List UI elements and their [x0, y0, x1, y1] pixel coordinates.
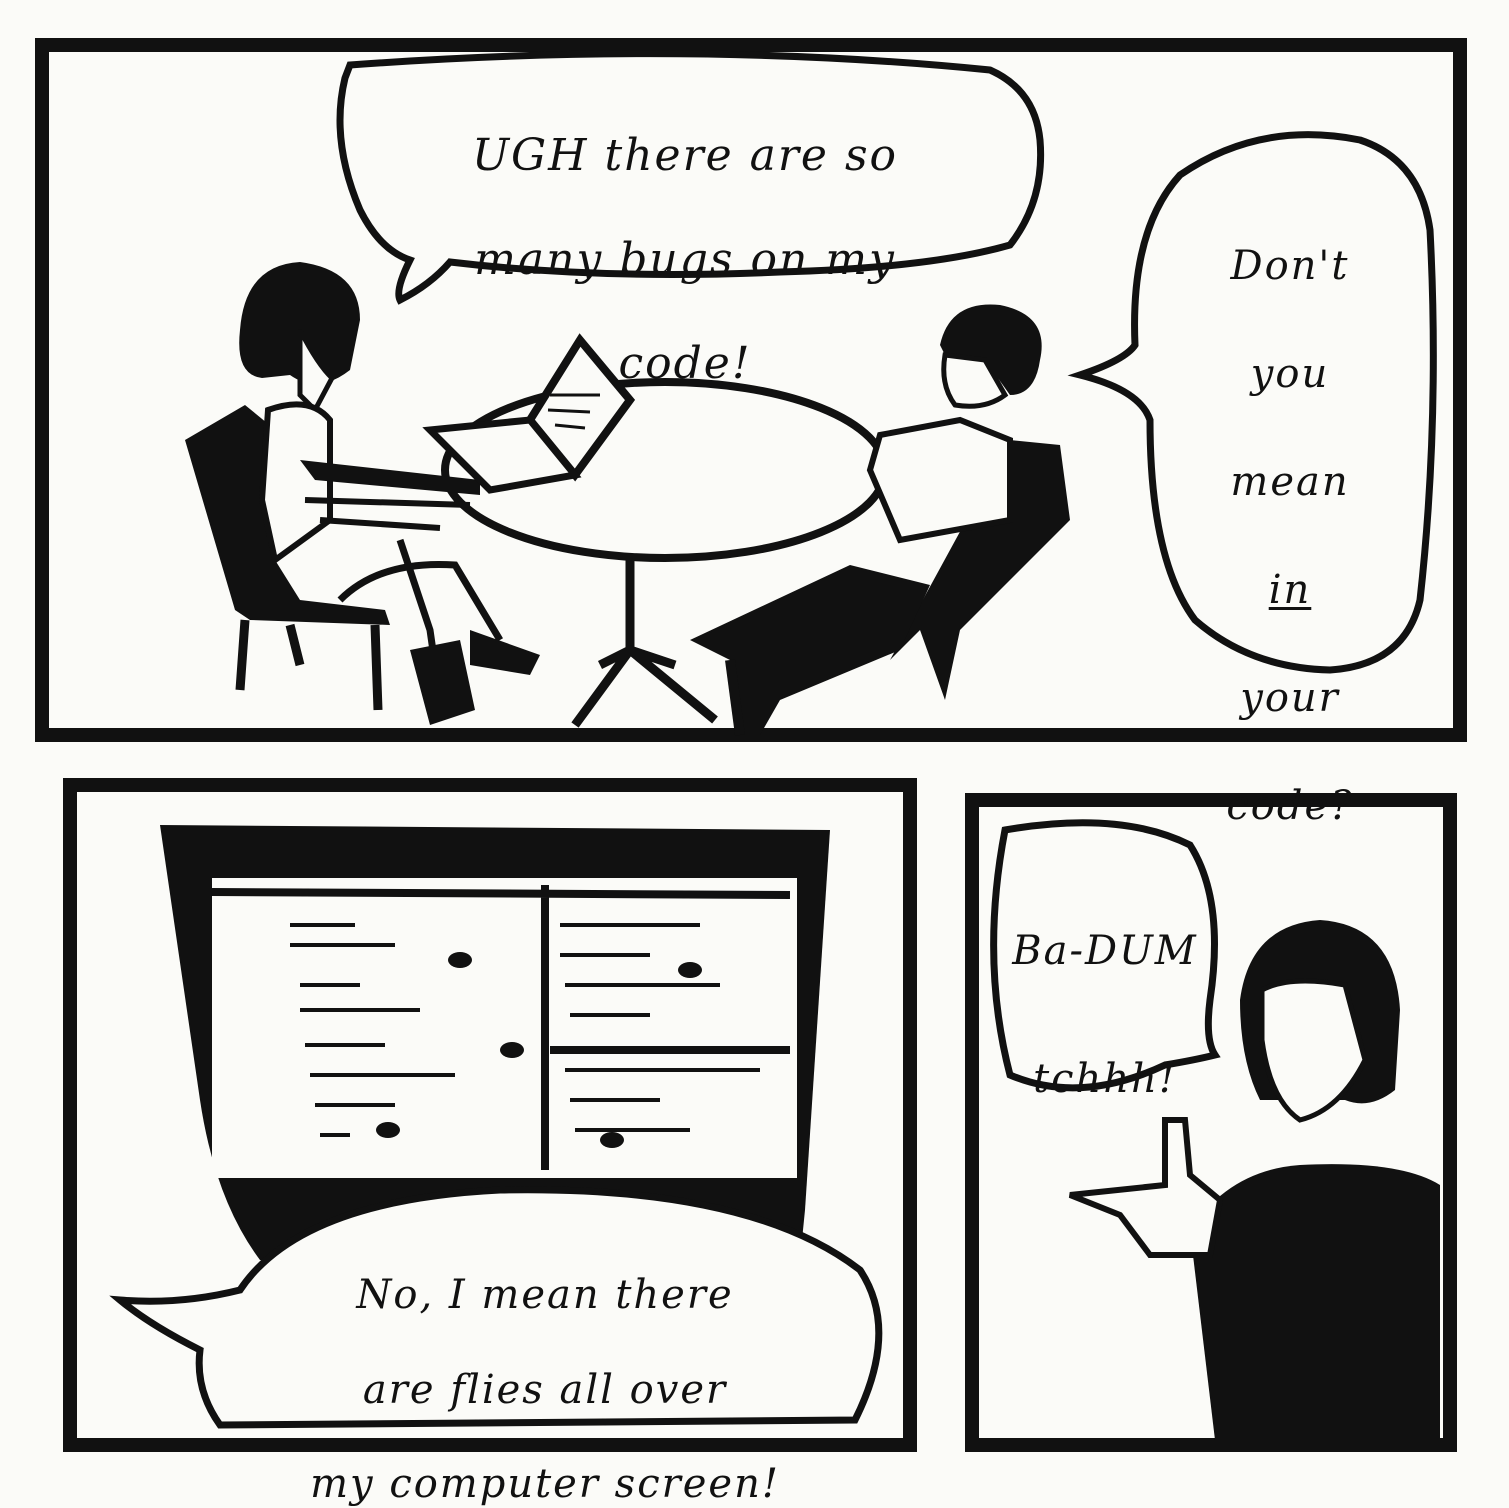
speech-line: many bugs on my	[474, 233, 896, 285]
speech-text-4: Ba-DUM tchhh!	[1010, 855, 1200, 1111]
speech-line: your	[1240, 675, 1340, 721]
speech-line: tchhh!	[1033, 1056, 1177, 1102]
speech-line: code!	[618, 337, 752, 389]
speech-line: you	[1250, 351, 1330, 397]
speech-text-1: UGH there are so many bugs on my code!	[355, 78, 1015, 389]
speech-line: Don't	[1230, 243, 1350, 289]
speech-text-3: No, I mean there are flies all over my c…	[230, 1225, 860, 1508]
speech-line-emphasis: in	[1268, 567, 1312, 613]
speech-line: UGH there are so	[471, 129, 899, 181]
speech-line: my computer screen!	[310, 1460, 780, 1507]
speech-line: are flies all over	[362, 1366, 728, 1413]
speech-line: Ba-DUM	[1012, 928, 1198, 974]
table-base	[571, 645, 718, 728]
speech-text-2: Don't you mean in your code?	[1160, 185, 1420, 833]
speech-line: No, I mean there	[356, 1272, 734, 1319]
speech-line: mean	[1230, 459, 1350, 505]
speech-line: code?	[1226, 783, 1354, 829]
